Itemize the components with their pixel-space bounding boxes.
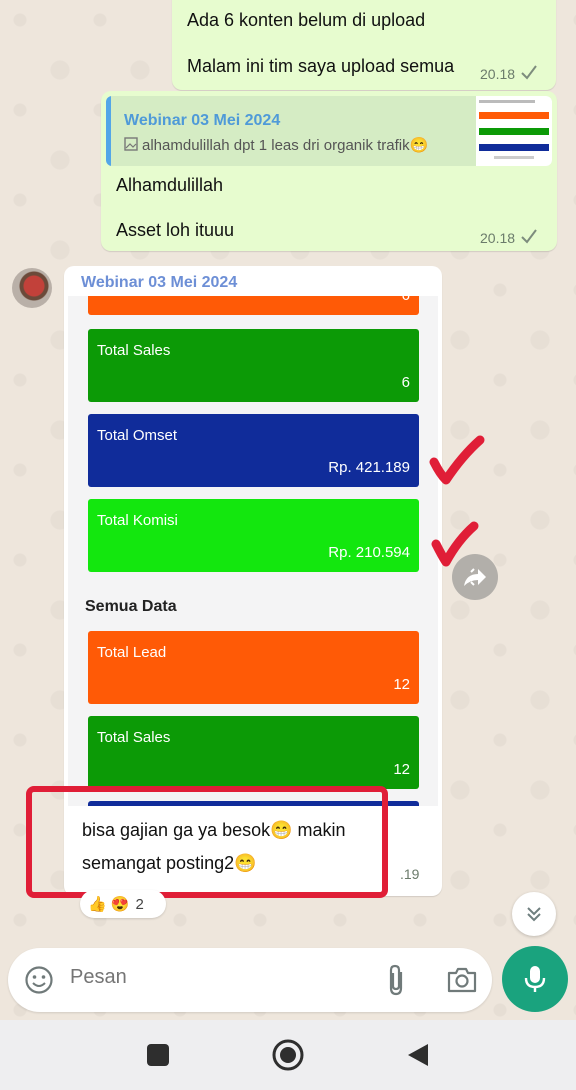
message-input-bar: [8, 948, 492, 1012]
message-input[interactable]: [70, 966, 320, 989]
reaction-count: 2: [135, 895, 144, 913]
card-value: 6: [402, 296, 410, 304]
message-time: 20.18: [480, 66, 516, 82]
stat-card-total-sales: Total Sales 6: [88, 329, 419, 402]
quote-thumbnail: [476, 96, 552, 166]
quote-accent-bar: [106, 96, 111, 166]
stat-card-total-lead: Total Lead 12: [88, 631, 419, 704]
reaction-emojis: 👍 😍: [88, 896, 130, 913]
card-title: Total Omset: [97, 427, 178, 444]
message-text-line2: Malam ini tim saya upload semua: [187, 56, 455, 76]
circle-nav-icon[interactable]: [271, 1038, 305, 1072]
message-text-line1: Ada 6 konten belum di upload: [187, 10, 426, 30]
outgoing-message-1[interactable]: Ada 6 konten belum di upload Malam ini t…: [172, 0, 556, 90]
card-value: 12: [393, 761, 410, 778]
quote-text-row: alhamdulillah dpt 1 leas dri organik tra…: [124, 136, 428, 154]
card-value: 6: [401, 374, 410, 391]
shared-screenshot[interactable]: 6 Total Sales 6 Total Omset Rp. 421.189 …: [68, 296, 438, 806]
voice-message-button[interactable]: [502, 946, 568, 1012]
forward-icon: [464, 568, 486, 586]
chevron-double-down-icon: [527, 907, 541, 922]
system-navigation-bar: [0, 1020, 576, 1090]
stat-card-total-sales-all: Total Sales 12: [88, 716, 419, 789]
sent-check-icon: [521, 229, 537, 244]
scroll-to-bottom-button[interactable]: [512, 892, 556, 936]
section-title: Semua Data: [85, 598, 177, 615]
image-icon: [124, 137, 138, 151]
reactions-pill[interactable]: 👍 😍 2: [80, 890, 166, 918]
stat-card-total-komisi: Total Komisi Rp. 210.594: [88, 499, 419, 572]
forward-button[interactable]: [452, 554, 498, 600]
card-value: Rp. 421.189: [328, 459, 410, 476]
message-text-line2: Asset loh ituuu: [116, 220, 235, 240]
square-nav-icon[interactable]: [147, 1044, 169, 1066]
quoted-message[interactable]: Webinar 03 Mei 2024 alhamdulillah dpt 1 …: [106, 96, 552, 166]
message-time: 20.18: [480, 230, 516, 246]
stat-card-total-omset: Total Omset Rp. 421.189: [88, 414, 419, 487]
quote-sender: Webinar 03 Mei 2024: [124, 112, 281, 129]
quote-text: alhamdulillah dpt 1 leas dri organik tra…: [142, 137, 429, 154]
card-title: Total Sales: [97, 342, 171, 359]
card-value: Rp. 210.594: [328, 544, 410, 561]
annotation-highlight-box: [26, 786, 388, 898]
sent-check-icon: [521, 65, 537, 80]
message-sender: Webinar 03 Mei 2024: [81, 274, 238, 291]
card-value: 12: [393, 676, 410, 693]
card-title: Total Sales: [97, 729, 171, 746]
emoji-icon[interactable]: [24, 965, 54, 995]
partial-card: 6: [88, 296, 419, 315]
back-nav-icon[interactable]: [406, 1042, 430, 1068]
card-title: Total Komisi: [97, 512, 178, 529]
card-title: Total Lead: [97, 644, 167, 661]
message-time: .19: [400, 866, 420, 882]
attach-icon[interactable]: [386, 964, 408, 996]
avatar[interactable]: [12, 268, 52, 308]
annotation-check-icon: [429, 435, 485, 485]
message-text-line1: Alhamdulillah: [116, 175, 224, 195]
camera-icon[interactable]: [446, 966, 478, 994]
mic-icon: [524, 966, 546, 992]
